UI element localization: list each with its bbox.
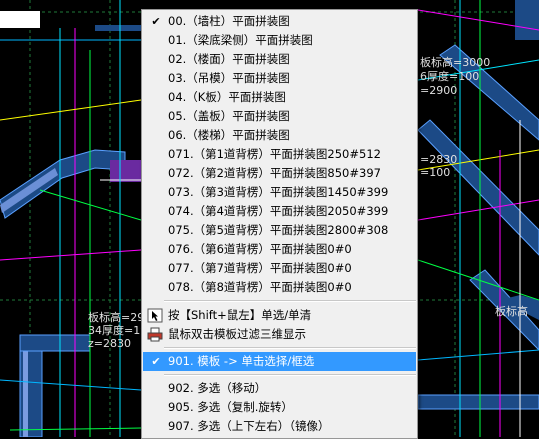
menu-item-907[interactable]: 907. 多选（上下左右）（镜像） [143,417,416,436]
menu-item-901[interactable]: ✔ 901. 模板 -> 单击选择/框选 [143,352,416,371]
menu-item-label: 076.（第6道背楞）平面拼装图0#0 [168,242,352,256]
menu-item-072[interactable]: 072.（第2道背楞）平面拼装图850#397 [143,164,416,183]
cad-label: 板标高=3000 [420,56,491,69]
menu-item-label: 鼠标双击模板过滤三维显示 [168,327,306,341]
menu-item-label: 074.（第4道背楞）平面拼装图2050#399 [168,204,389,218]
menu-separator [164,374,416,376]
menu-item-label: 907. 多选（上下左右）（镜像） [168,419,330,433]
menu-item-077[interactable]: 077.（第7道背楞）平面拼装图0#0 [143,259,416,278]
printer-icon [147,327,163,342]
menu-item-label: 04.（K板）平面拼装图 [168,90,286,104]
menu-item-label: 078.（第8道背楞）平面拼装图0#0 [168,280,352,294]
menu-item-label: 902. 多选（移动） [168,381,267,395]
menu-item-shift-select[interactable]: 按【Shift+鼠左】单选/单清 [143,306,416,325]
check-icon: ✔ [151,15,161,28]
menu-item-03[interactable]: 03.（吊模）平面拼装图 [143,69,416,88]
menu-item-label: 按【Shift+鼠左】单选/单清 [168,308,312,322]
menu-item-06[interactable]: 06.（楼梯）平面拼装图 [143,126,416,145]
menu-separator [164,347,416,349]
cad-label: z=2830 [88,337,131,350]
cad-label: =2900 [420,84,458,97]
cad-label: 34厚度=19 [88,324,148,337]
cad-label: =100 [420,166,451,179]
menu-separator [164,300,416,302]
context-menu: ✔ 00.（墙柱）平面拼装图 01.（梁底梁侧）平面拼装图 02.（楼面）平面拼装… [141,9,418,439]
menu-item-label: 071.（第1道背楞）平面拼装图250#512 [168,147,381,161]
menu-item-078[interactable]: 078.（第8道背楞）平面拼装图0#0 [143,278,416,297]
menu-item-label: 072.（第2道背楞）平面拼装图850#397 [168,166,381,180]
menu-item-076[interactable]: 076.（第6道背楞）平面拼装图0#0 [143,240,416,259]
menu-item-05[interactable]: 05.（盖板）平面拼装图 [143,107,416,126]
menu-item-01[interactable]: 01.（梁底梁侧）平面拼装图 [143,31,416,50]
menu-item-02[interactable]: 02.（楼面）平面拼装图 [143,50,416,69]
menu-item-label: 073.（第3道背楞）平面拼装图1450#399 [168,185,389,199]
menu-item-label: 05.（盖板）平面拼装图 [168,109,290,123]
menu-item-073[interactable]: 073.（第3道背楞）平面拼装图1450#399 [143,183,416,202]
menu-item-label: 01.（梁底梁侧）平面拼装图 [168,33,313,47]
menu-item-label: 03.（吊模）平面拼装图 [168,71,290,85]
menu-item-075[interactable]: 075.（第5道背楞）平面拼装图2800#308 [143,221,416,240]
menu-item-04[interactable]: 04.（K板）平面拼装图 [143,88,416,107]
menu-item-label: 077.（第7道背楞）平面拼装图0#0 [168,261,352,275]
menu-item-902[interactable]: 902. 多选（移动） [143,379,416,398]
menu-item-label: 901. 模板 -> 单击选择/框选 [168,354,315,368]
menu-item-label: 905. 多选（复制.旋转） [168,400,293,414]
menu-item-905[interactable]: 905. 多选（复制.旋转） [143,398,416,417]
cursor-hand-icon [147,308,163,323]
menu-item-label: 00.（墙柱）平面拼装图 [168,14,290,28]
cad-label: 6厚度=100 [420,70,480,83]
cad-label: 板标高=29 [88,311,145,324]
menu-item-label: 02.（楼面）平面拼装图 [168,52,290,66]
menu-item-00[interactable]: ✔ 00.（墙柱）平面拼装图 [143,12,416,31]
menu-item-074[interactable]: 074.（第4道背楞）平面拼装图2050#399 [143,202,416,221]
menu-item-label: 075.（第5道背楞）平面拼装图2800#308 [168,223,389,237]
menu-item-filter-3d[interactable]: 鼠标双击模板过滤三维显示 [143,325,416,344]
cad-label: 板标高 [495,305,528,318]
menu-item-label: 06.（楼梯）平面拼装图 [168,128,290,142]
check-icon: ✔ [151,355,161,368]
title-block [0,11,40,28]
menu-item-071[interactable]: 071.（第1道背楞）平面拼装图250#512 [143,145,416,164]
cad-label: =2830 [420,153,458,166]
